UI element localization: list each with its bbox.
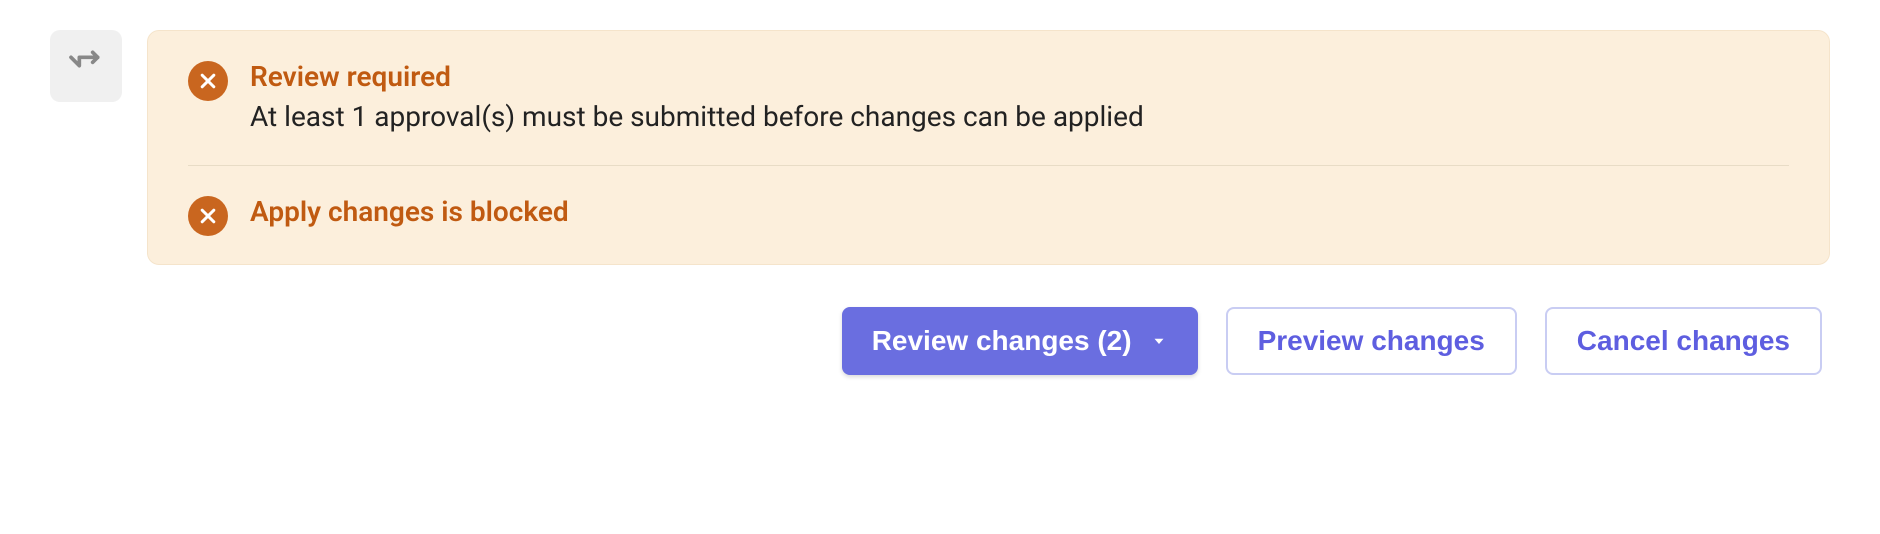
review-changes-label: Review changes (2): [872, 325, 1132, 357]
caret-down-icon: [1150, 332, 1168, 350]
alert-content: Review required At least 1 approval(s) m…: [250, 59, 1789, 137]
alert-title: Review required: [250, 59, 1789, 95]
alert-box: Review required At least 1 approval(s) m…: [147, 30, 1830, 265]
merge-arrow-icon: [66, 44, 106, 88]
review-changes-button[interactable]: Review changes (2): [842, 307, 1198, 375]
cancel-changes-button[interactable]: Cancel changes: [1545, 307, 1822, 375]
changes-panel: Review required At least 1 approval(s) m…: [50, 30, 1830, 375]
cancel-changes-label: Cancel changes: [1577, 325, 1790, 357]
alert-review-required: Review required At least 1 approval(s) m…: [188, 59, 1789, 137]
alert-title: Apply changes is blocked: [250, 194, 1789, 230]
preview-changes-button[interactable]: Preview changes: [1226, 307, 1517, 375]
error-icon: [188, 61, 228, 101]
alert-apply-blocked: Apply changes is blocked: [188, 165, 1789, 236]
action-button-row: Review changes (2) Preview changes Cance…: [147, 307, 1830, 375]
merge-icon-box: [50, 30, 122, 102]
error-icon: [188, 196, 228, 236]
alert-description: At least 1 approval(s) must be submitted…: [250, 97, 1789, 136]
alert-content: Apply changes is blocked: [250, 194, 1789, 230]
preview-changes-label: Preview changes: [1258, 325, 1485, 357]
main-column: Review required At least 1 approval(s) m…: [147, 30, 1830, 375]
